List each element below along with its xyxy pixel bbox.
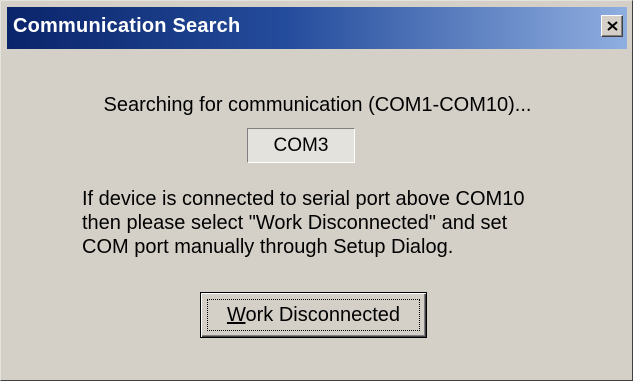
info-line: If device is connected to serial port ab… bbox=[82, 188, 525, 210]
dialog-window: Communication Search Searching for commu… bbox=[0, 0, 633, 381]
close-icon bbox=[607, 21, 618, 31]
window-title: Communication Search bbox=[13, 15, 241, 37]
mnemonic-letter: W bbox=[226, 304, 246, 326]
work-disconnected-label: Work Disconnected bbox=[207, 299, 420, 331]
current-port-display: COM3 bbox=[247, 128, 355, 163]
button-label-rest: ork Disconnected bbox=[245, 304, 401, 326]
title-bar[interactable]: Communication Search bbox=[7, 7, 627, 49]
searching-message: Searching for communication (COM1-COM10)… bbox=[103, 94, 532, 116]
info-message: If device is connected to serial port ab… bbox=[82, 187, 602, 259]
info-line: COM port manually through Setup Dialog. bbox=[82, 236, 454, 258]
info-line: then please select "Work Disconnected" a… bbox=[82, 212, 508, 234]
work-disconnected-button[interactable]: Work Disconnected bbox=[200, 292, 427, 338]
close-button[interactable] bbox=[601, 15, 623, 37]
